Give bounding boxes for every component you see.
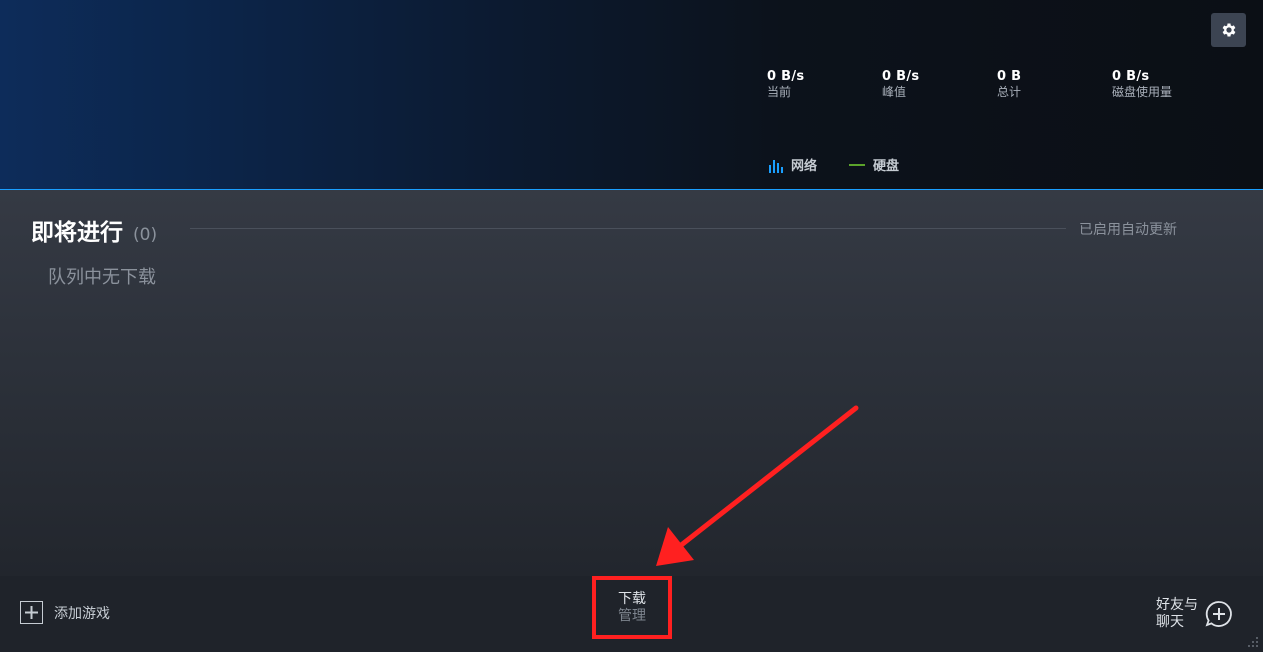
downloads-manager-button[interactable]: 下载 管理: [592, 576, 672, 639]
friends-chat-label-line2: 聊天: [1156, 614, 1184, 630]
bar-chart-icon: [769, 159, 783, 173]
plus-icon: [20, 601, 43, 624]
stat-peak: 0 B/s 峰值: [882, 68, 919, 100]
stat-current-value: 0 B/s: [767, 69, 805, 84]
section-divider: [190, 228, 1066, 229]
add-game-button[interactable]: 添加游戏: [20, 601, 110, 624]
section-header: 即将进行 (0): [31, 213, 157, 247]
stat-current-label: 当前: [767, 85, 792, 99]
friends-chat-label: 好友与 聊天: [1156, 597, 1198, 631]
section-count: (0): [133, 225, 158, 245]
stat-disk-usage-value: 0 B/s: [1112, 69, 1150, 84]
stat-current: 0 B/s 当前: [767, 68, 804, 100]
downloads-label-line1: 下载: [618, 590, 646, 607]
download-queue-panel: 即将进行 (0) 已启用自动更新 队列中无下载: [0, 190, 1263, 576]
empty-queue-message: 队列中无下载: [48, 267, 156, 288]
settings-button[interactable]: [1211, 13, 1246, 47]
stat-disk-usage: 0 B/s 磁盘使用量: [1112, 68, 1172, 100]
legend-network-label: 网络: [791, 159, 818, 174]
stat-peak-value: 0 B/s: [882, 69, 920, 84]
add-game-label: 添加游戏: [54, 605, 110, 622]
stat-peak-label: 峰值: [882, 85, 907, 99]
section-title: 即将进行: [31, 220, 123, 246]
bottom-bar: 添加游戏 下载 管理 好友与 聊天: [0, 576, 1263, 652]
stat-total: 0 B 总计: [997, 68, 1021, 100]
gear-icon: [1222, 23, 1235, 37]
legend-network: 网络: [769, 155, 817, 174]
friends-chat-label-line1: 好友与: [1156, 597, 1198, 613]
friends-chat-button[interactable]: 好友与 聊天: [1156, 597, 1234, 631]
downloads-label-line2: 管理: [618, 607, 646, 624]
legend-disk: 硬盘: [849, 155, 899, 174]
stat-total-label: 总计: [997, 85, 1022, 99]
stat-total-value: 0 B: [997, 69, 1022, 84]
stat-disk-usage-label: 磁盘使用量: [1112, 85, 1173, 99]
auto-update-status[interactable]: 已启用自动更新: [1079, 219, 1177, 239]
line-icon: [849, 163, 865, 166]
download-stats-header: 0 B/s 当前 0 B/s 峰值 0 B 总计 0 B/s 磁盘使用量 网络 …: [0, 0, 1263, 190]
chat-plus-icon: [1205, 601, 1232, 627]
resize-grip-icon[interactable]: [1247, 636, 1259, 648]
legend-disk-label: 硬盘: [873, 159, 900, 174]
